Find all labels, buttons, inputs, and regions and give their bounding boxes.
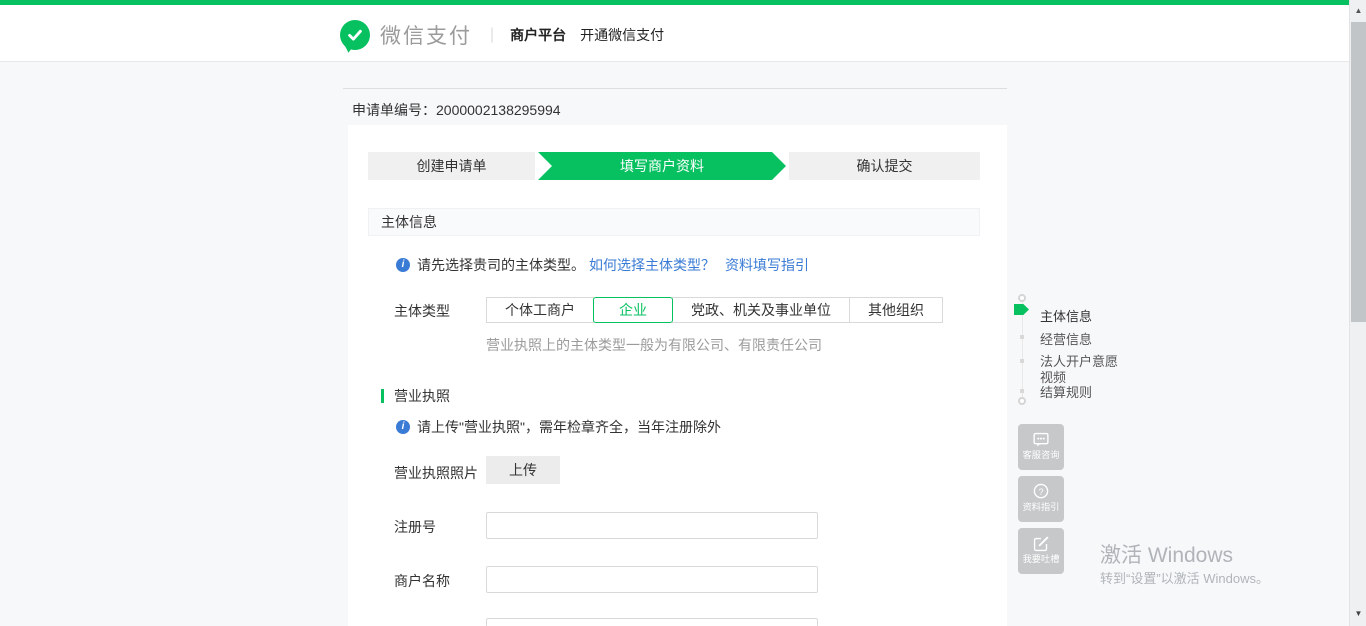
notice-text: 请先选择贵司的主体类型。	[417, 255, 585, 275]
step-fill-merchant-info-active: 填写商户资料	[538, 152, 786, 180]
edit-square-icon	[1018, 533, 1064, 555]
scrollbar-thumb[interactable]	[1351, 22, 1366, 322]
nav-merchant-portal: 商户平台	[510, 25, 566, 45]
watermark-title: 激活 Windows	[1100, 543, 1269, 569]
subject-type-hint: 营业执照上的主体类型一般为有限公司、有限责任公司	[486, 335, 822, 355]
float-button-label: 我要吐槽	[1020, 555, 1062, 564]
material-filling-guide-link[interactable]: 资料填写指引	[725, 255, 809, 275]
registration-number-label: 注册号	[394, 517, 436, 537]
anchor-item-legal-person-video[interactable]: 法人开户意愿视频	[1040, 354, 1130, 386]
watermark-subtitle: 转到“设置”以激活 Windows。	[1100, 569, 1269, 589]
anchor-item-subject-info[interactable]: 主体信息	[1040, 309, 1130, 325]
order-number-value: 2000002138295994	[436, 102, 561, 118]
progress-stepper: 创建申请单 填写商户资料 确认提交	[368, 152, 980, 180]
type-option-other-organization[interactable]: 其他组织	[849, 297, 943, 323]
feedback-button[interactable]: 我要吐槽	[1018, 528, 1064, 574]
how-to-choose-subject-type-link[interactable]: 如何选择主体类型？	[589, 255, 715, 275]
subject-type-notice: i 请先选择贵司的主体类型。 如何选择主体类型？ 资料填写指引	[396, 255, 809, 275]
form-card: 创建申请单 填写商户资料 确认提交 主体信息 i 请先选择贵司的主体类型。 如何…	[348, 125, 1007, 626]
vertical-scrollbar[interactable]: ▲ ▼	[1349, 0, 1366, 626]
order-number-label: 申请单编号：	[352, 102, 436, 118]
partially-visible-input[interactable]	[486, 618, 818, 626]
notice-text: 请上传"营业执照"，需年检章齐全，当年注册除外	[417, 417, 721, 437]
anchor-nav-top-circle	[1018, 294, 1026, 302]
type-option-government-institution[interactable]: 党政、机关及事业单位	[672, 297, 850, 323]
float-button-label: 客服咨询	[1020, 451, 1062, 460]
business-license-notice: i 请上传"营业执照"，需年检章齐全，当年注册除外	[396, 417, 721, 437]
anchor-dot	[1020, 359, 1024, 363]
anchor-item-business-info[interactable]: 经营信息	[1040, 332, 1130, 348]
brand-text: 微信支付	[380, 20, 472, 50]
anchor-dot	[1020, 335, 1024, 339]
wechat-pay-check-icon	[340, 20, 370, 50]
nav-open-wechat-pay: 开通微信支付	[580, 25, 664, 45]
windows-activation-watermark: 激活 Windows 转到“设置”以激活 Windows。	[1100, 543, 1269, 589]
svg-text:?: ?	[1038, 487, 1043, 497]
wechat-pay-logo[interactable]: 微信支付 | 商户平台 开通微信支付	[340, 18, 664, 52]
chat-bubble-icon	[1018, 429, 1064, 451]
anchor-nav-bottom-circle	[1018, 397, 1026, 405]
question-circle-icon: ?	[1018, 481, 1064, 503]
registration-number-input[interactable]	[486, 512, 818, 539]
business-license-subsection-title: 营业执照	[381, 386, 450, 406]
upload-button[interactable]: 上传	[486, 456, 560, 484]
section-accent-bar	[381, 389, 384, 403]
type-option-individual-business[interactable]: 个体工商户	[486, 297, 594, 323]
subject-type-options: 个体工商户 企业 党政、机关及事业单位 其他组织	[486, 297, 943, 323]
merchant-name-input[interactable]	[486, 566, 818, 593]
anchor-active-arrow-icon	[1014, 304, 1029, 315]
material-guide-button[interactable]: ? 资料指引	[1018, 476, 1064, 522]
info-icon: i	[396, 420, 410, 434]
customer-service-button[interactable]: 客服咨询	[1018, 424, 1064, 470]
content-top-divider	[343, 88, 1007, 89]
step-create-application: 创建申请单	[368, 152, 535, 180]
business-license-title-text: 营业执照	[394, 386, 450, 406]
wechat-pay-apply-page: { "colors": { "brand_green": "#07c160", …	[0, 0, 1366, 626]
section-header-subject-info: 主体信息	[368, 208, 980, 236]
application-order-number: 申请单编号：2000002138295994	[352, 100, 561, 120]
scroll-down-arrow-icon[interactable]: ▼	[1350, 606, 1366, 622]
info-icon: i	[396, 258, 410, 272]
type-option-enterprise-selected[interactable]: 企业	[593, 297, 673, 323]
brand-divider: |	[490, 26, 494, 44]
merchant-name-label: 商户名称	[394, 571, 450, 591]
anchor-dot	[1020, 389, 1024, 393]
anchor-nav-line	[1022, 302, 1023, 401]
scroll-up-arrow-icon[interactable]: ▲	[1350, 3, 1366, 19]
step-confirm-submit: 确认提交	[789, 152, 980, 180]
subject-type-label: 主体类型	[394, 301, 450, 321]
license-photo-label: 营业执照照片	[394, 463, 478, 483]
header: 微信支付 | 商户平台 开通微信支付	[0, 5, 1349, 62]
anchor-item-settlement-rules[interactable]: 结算规则	[1040, 385, 1130, 401]
float-button-label: 资料指引	[1020, 503, 1062, 512]
